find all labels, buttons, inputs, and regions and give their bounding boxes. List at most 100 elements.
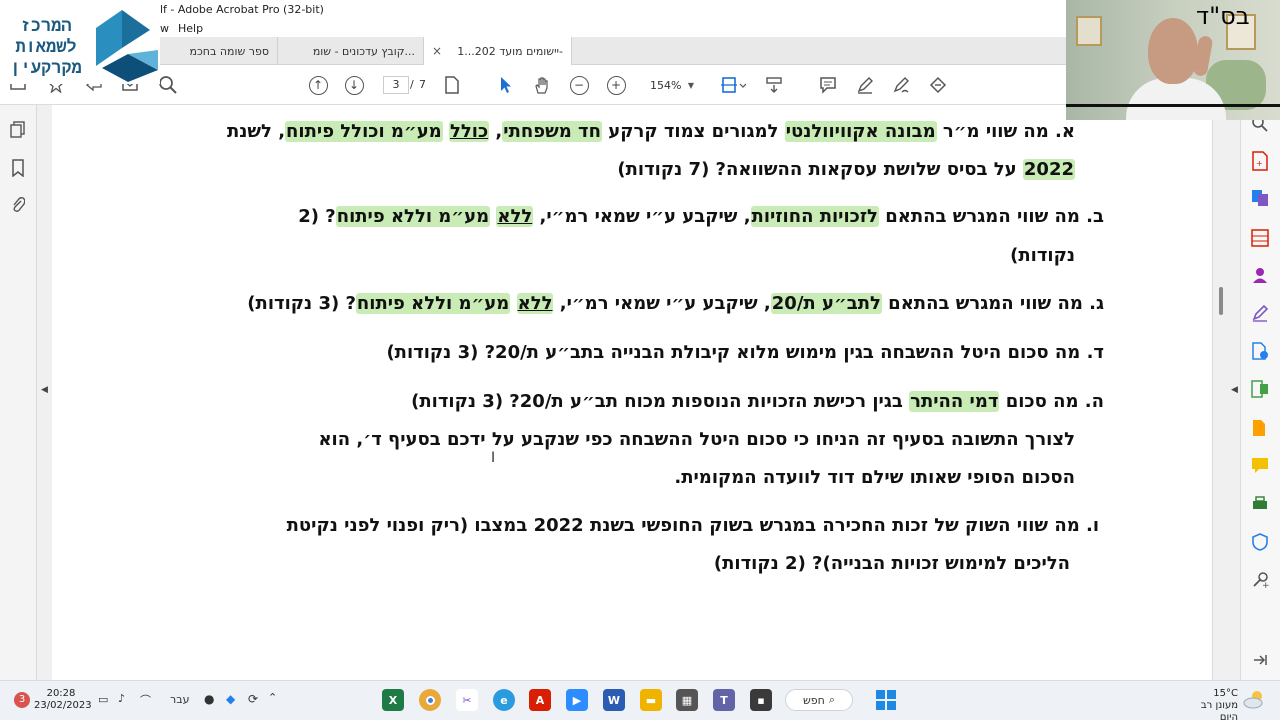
svg-text:+: + [1256, 159, 1263, 168]
input-language[interactable]: עבר [170, 693, 189, 706]
tab-label: יישומים מועד 202...1- [457, 44, 563, 58]
tab-document-2[interactable]: קובץ עדכונים - שומ... [278, 37, 424, 65]
text-segment: ד. מה סכום היטל ההשבחה בגין מימוש מלוא ק… [386, 342, 1104, 363]
volume-icon[interactable]: ♪ [118, 692, 125, 705]
document-line: 2022 על בסיס שלושת עסקאות ההשוואה? (7 נק… [617, 157, 1075, 183]
teams-icon[interactable]: T [713, 689, 735, 711]
sync-icon[interactable]: ⟳ [248, 692, 258, 706]
tray-expand-icon[interactable]: ⌃ [268, 691, 277, 704]
highlighted-text: מע״מ וללא פיתוח [355, 293, 511, 314]
page-number-input[interactable]: 3 [383, 76, 409, 94]
text-segment: ו. מה שווי השוק של זכות החכירה במגרש בשו… [286, 515, 1099, 536]
text-segment: על בסיס שלושת עסקאות ההשוואה? (7 נקודות) [617, 159, 1023, 180]
text-segment: א. מה שווי מ״ר [936, 121, 1075, 142]
page-fit-icon[interactable] [716, 65, 750, 105]
word-icon[interactable]: W [603, 689, 625, 711]
left-panel-collapse-bar[interactable]: ◀ [37, 105, 52, 680]
arrow-down-icon: ↓ [344, 75, 364, 95]
tab-document-1[interactable]: ספר שומה בחכמ [160, 37, 278, 65]
organize-pages-icon[interactable] [1250, 228, 1270, 248]
comment-tool-icon[interactable] [1250, 456, 1270, 476]
sign-icon[interactable] [887, 65, 915, 105]
zoom-in-button[interactable]: + [602, 65, 630, 105]
text-segment [510, 293, 516, 314]
tab-label: ספר שומה בחכמ [189, 44, 270, 58]
next-page-button[interactable]: ↓ [340, 65, 368, 105]
scroll-mode-icon[interactable] [760, 65, 788, 105]
document-line: א. מה שווי מ״ר מבונה אקוויוולנטי למגורים… [227, 119, 1075, 145]
comment-icon[interactable] [814, 65, 842, 105]
export-pdf-icon[interactable] [1250, 341, 1270, 361]
text-segment: למגורים צמוד קרקע [601, 121, 785, 142]
logo: המרכז לשמאות מקרקעין [0, 0, 160, 84]
clock-date: 23/02/2023 [34, 700, 92, 711]
text-cursor-icon: I [491, 450, 496, 466]
clock[interactable]: 20:28 23/02/2023 [34, 688, 92, 712]
select-cursor-icon[interactable] [492, 65, 520, 105]
menu-item-window[interactable]: w [160, 22, 169, 35]
terminal-icon[interactable]: ▪ [750, 689, 772, 711]
plus-icon: + [606, 75, 626, 95]
tab-document-3-active[interactable]: × יישומים מועד 202...1- [424, 37, 572, 65]
create-pdf-icon[interactable]: + [1250, 151, 1270, 171]
acrobat-icon[interactable]: A [529, 689, 551, 711]
text-segment: , [489, 121, 503, 142]
collapse-panel-icon[interactable] [1250, 650, 1270, 670]
collapse-left-icon[interactable]: ◀ [41, 385, 48, 395]
window-title: lf - Adobe Acrobat Pro (32-bit) [160, 3, 324, 16]
weather-widget[interactable]: 15°C מעונן רב היום [1180, 688, 1238, 724]
text-segment: לצורך התשובה בסעיף זה הניחו כי סכום היטל… [318, 429, 1075, 450]
person-face [1148, 18, 1198, 84]
zoom-select[interactable]: 154% ▼ [640, 76, 698, 94]
chevron-down-icon: ▼ [687, 80, 694, 90]
protect-pdf-icon[interactable] [1250, 418, 1270, 438]
microphone-icon[interactable]: ● [204, 692, 214, 706]
highlighted-text: מבונה אקוויוולנטי [784, 121, 937, 142]
calculator-icon[interactable]: ▦ [676, 689, 698, 711]
zoom-value: 154% [650, 78, 682, 92]
edge-icon[interactable]: e [493, 689, 515, 711]
file-explorer-icon[interactable]: ▬ [640, 689, 662, 711]
logo-line-2: לשמאות [15, 37, 77, 57]
highlight-pen-icon[interactable] [851, 65, 879, 105]
document-line: ה. מה סכום דמי ההיתר בגין רכישת הזכויות … [411, 389, 1104, 415]
highlighted-text: כולל [449, 121, 490, 142]
redact-tool-icon[interactable] [924, 65, 952, 105]
excel-icon[interactable]: X [382, 689, 404, 711]
dropbox-icon[interactable]: ◆ [226, 692, 235, 706]
request-signatures-icon[interactable] [1250, 265, 1270, 285]
print-production-icon[interactable] [1250, 494, 1270, 514]
expand-right-icon[interactable]: ◀ [1231, 385, 1238, 395]
page-thumbnails-icon[interactable] [9, 121, 27, 139]
document-line: נקודות) [1010, 243, 1075, 269]
scrollbar-thumb[interactable] [1219, 287, 1223, 315]
close-icon[interactable]: × [432, 44, 442, 58]
menu-item-help[interactable]: Help [178, 22, 203, 35]
bookmark-icon[interactable] [9, 159, 27, 177]
zoom-out-button[interactable]: − [565, 65, 593, 105]
edit-pdf-icon[interactable] [1250, 379, 1270, 399]
more-tools-icon[interactable]: + [1250, 570, 1270, 590]
shield-icon[interactable] [1250, 532, 1270, 552]
windows-start-icon[interactable] [876, 690, 896, 710]
combine-files-icon[interactable] [1250, 188, 1270, 208]
taskbar-search[interactable]: חפש ⌕ [785, 689, 853, 711]
previous-page-button[interactable]: ↑ [304, 65, 332, 105]
chrome-icon[interactable] [419, 689, 441, 711]
wifi-icon[interactable]: ⌒ [140, 692, 151, 708]
text-segment: ב. מה שווי המגרש בהתאם [878, 206, 1104, 227]
page-thumbnail-icon[interactable] [438, 65, 466, 105]
hand-tool-icon[interactable] [528, 65, 556, 105]
arrow-up-icon: ↑ [308, 75, 328, 95]
weather-desc: מעונן רב היום [1200, 700, 1238, 723]
vertical-scrollbar[interactable]: ◀ [1212, 105, 1240, 680]
fill-sign-icon[interactable] [1250, 303, 1270, 323]
battery-icon[interactable]: ▭ [98, 693, 108, 706]
zoom-app-icon[interactable]: ▶ [566, 689, 588, 711]
attachment-icon[interactable] [9, 196, 27, 214]
document-line: הסכום הסופי שאותו שילם דוד לוועדה המקומי… [674, 465, 1075, 491]
snipping-tool-icon[interactable]: ✂ [456, 689, 478, 711]
cloud-sun-icon [1242, 689, 1266, 713]
page-total: 7 [419, 78, 426, 91]
notification-badge[interactable]: 3 [14, 692, 30, 708]
